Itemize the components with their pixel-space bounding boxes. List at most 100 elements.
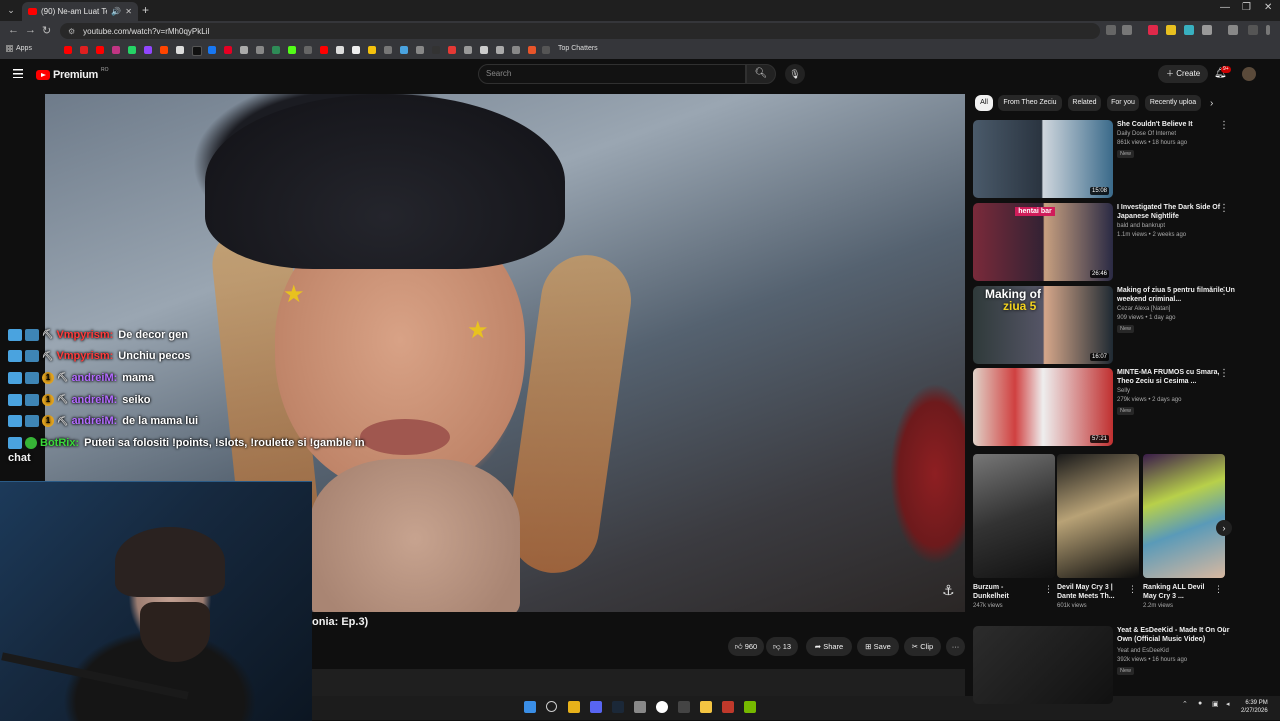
more-options-icon[interactable]: ⋮: [1128, 584, 1137, 595]
profile-menu-icon[interactable]: [1228, 25, 1238, 35]
bookmark-star-icon[interactable]: [1122, 25, 1132, 35]
maximize-icon[interactable]: ❐: [1242, 2, 1251, 13]
filter-chip[interactable]: Related: [1068, 95, 1101, 111]
channel-watermark-icon[interactable]: ⚓︎: [942, 582, 955, 599]
bookmark-instagram-icon[interactable]: [112, 46, 120, 54]
bookmark-icon[interactable]: [464, 46, 472, 54]
app-taskbar-icon[interactable]: [634, 701, 646, 713]
video-thumbnail[interactable]: 15:08: [973, 120, 1113, 198]
filter-chip[interactable]: Recently uploa: [1145, 95, 1201, 111]
more-options-icon[interactable]: ⋮: [1214, 584, 1223, 595]
bookmark-kick-icon[interactable]: [288, 46, 296, 54]
bookmark-icon[interactable]: [448, 46, 456, 54]
bookmark-icon[interactable]: [496, 46, 504, 54]
filter-chip[interactable]: For you: [1107, 95, 1139, 111]
chips-next-arrow-icon[interactable]: ›: [1210, 98, 1213, 109]
bookmark-icon[interactable]: [416, 46, 424, 54]
discord-taskbar-icon[interactable]: [590, 701, 602, 713]
create-button[interactable]: ＋ Create: [1158, 65, 1209, 83]
bookmark-facebook-icon[interactable]: [208, 46, 216, 54]
video-thumbnail[interactable]: [973, 626, 1113, 704]
more-options-icon[interactable]: ⋮: [1219, 626, 1229, 637]
profile-avatar-icon[interactable]: [1248, 25, 1258, 35]
short-item[interactable]: Ranking ALL Devil May Cry 3 ... 2.2m view…: [1143, 454, 1225, 609]
more-actions-button[interactable]: ···: [946, 637, 965, 656]
video-thumbnail[interactable]: 57:21: [973, 368, 1113, 446]
bookmark-icon[interactable]: [256, 46, 264, 54]
channel-name[interactable]: Cezar Alexa [Natan]: [1117, 306, 1170, 312]
short-item[interactable]: Burzum - Dunkelheit 247k views ⋮: [973, 454, 1055, 609]
bookmark-icon[interactable]: [400, 46, 408, 54]
more-options-icon[interactable]: ⋮: [1219, 203, 1229, 214]
more-options-icon[interactable]: ⋮: [1219, 368, 1229, 379]
bookmark-icon[interactable]: [352, 46, 360, 54]
omnibox[interactable]: ⚙ youtube.com/watch?v=rMh0qyPkLiI: [60, 23, 1100, 39]
bookmark-whatsapp-icon[interactable]: [128, 46, 136, 54]
channel-name[interactable]: Yeat and EsDeeKid: [1117, 648, 1169, 654]
more-options-icon[interactable]: ⋮: [1219, 120, 1229, 131]
bookmark-icon[interactable]: [272, 46, 280, 54]
channel-name[interactable]: Daily Dose Of Internet: [1117, 131, 1176, 137]
video-thumbnail[interactable]: 26:46 hentai bar: [973, 203, 1113, 281]
steam-taskbar-icon[interactable]: [612, 701, 624, 713]
bookmark-icon[interactable]: [336, 46, 344, 54]
reload-icon[interactable]: ↻: [42, 24, 51, 37]
tab-search-icon[interactable]: ⌄: [4, 3, 18, 17]
filter-chip[interactable]: All: [975, 95, 993, 111]
bookmark-youtube-icon[interactable]: [64, 46, 72, 54]
more-options-icon[interactable]: ⋮: [1219, 286, 1229, 297]
tab-close-icon[interactable]: ✕: [125, 7, 132, 16]
voice-search-button[interactable]: 🎙︎: [785, 64, 805, 84]
menu-hamburger-icon[interactable]: [13, 69, 23, 78]
browser-tab-active[interactable]: (90) Ne-am Luat Teapa La T 🔊 ✕: [22, 2, 138, 21]
forward-icon[interactable]: →: [25, 24, 36, 36]
bookmark-icon[interactable]: [480, 46, 488, 54]
app-taskbar-icon[interactable]: [678, 701, 690, 713]
short-title[interactable]: Burzum - Dunkelheit: [973, 583, 1041, 601]
bookmark-tiktok-icon[interactable]: [192, 46, 202, 56]
new-tab-button[interactable]: +: [142, 3, 149, 17]
recommended-video[interactable]: 26:46 hentai bar I Investigated The Dark S…: [973, 203, 1273, 281]
search-button[interactable]: 🔍︎: [746, 64, 776, 84]
recommended-video[interactable]: Yeat & EsDeeKid - Made It On Our Own (Of…: [973, 626, 1273, 704]
audio-playing-icon[interactable]: 🔊: [111, 7, 121, 16]
app-taskbar-icon[interactable]: [722, 701, 734, 713]
short-title[interactable]: Ranking ALL Devil May Cry 3 ...: [1143, 583, 1211, 601]
cast-icon[interactable]: [1106, 25, 1116, 35]
filter-chip[interactable]: From Theo Zeciu: [998, 95, 1062, 111]
bookmark-icon[interactable]: [224, 46, 232, 54]
folder-taskbar-icon[interactable]: [700, 701, 712, 713]
chrome-taskbar-icon[interactable]: [568, 701, 580, 713]
site-info-icon[interactable]: ⚙: [68, 27, 75, 36]
bookmark-icon[interactable]: [384, 46, 392, 54]
extension-yellow-icon[interactable]: [1166, 25, 1176, 35]
search-input[interactable]: Search: [478, 64, 746, 84]
shorts-next-arrow-icon[interactable]: ›: [1216, 520, 1232, 536]
app-taskbar-icon[interactable]: [656, 701, 668, 713]
more-options-icon[interactable]: ⋮: [1044, 584, 1053, 595]
recommended-video[interactable]: 16:07 Making of ziua 5 Making of ziua 5 pen…: [973, 286, 1273, 364]
windows-start-icon[interactable]: [524, 701, 536, 713]
short-thumbnail[interactable]: [973, 454, 1055, 578]
bookmark-icon[interactable]: [96, 46, 104, 54]
channel-name[interactable]: Selly: [1117, 388, 1130, 394]
recommended-video[interactable]: 15:08 She Couldn't Believe It Daily Dose O…: [973, 120, 1273, 198]
channel-name[interactable]: bald and bankrupt: [1117, 223, 1165, 229]
bookmark-icon[interactable]: [80, 46, 88, 54]
extension-teal-icon[interactable]: [1184, 25, 1194, 35]
video-thumbnail[interactable]: 16:07 Making of ziua 5: [973, 286, 1113, 364]
dislike-button[interactable]: 👎︎ 13: [766, 637, 798, 656]
bookmark-x-icon[interactable]: [176, 46, 184, 54]
clip-button[interactable]: ✂ Clip: [904, 637, 941, 656]
bookmark-icon[interactable]: [304, 46, 312, 54]
short-thumbnail[interactable]: [1057, 454, 1139, 578]
description-box[interactable]: [312, 669, 965, 696]
bookmark-icon[interactable]: [528, 46, 536, 54]
back-icon[interactable]: ←: [8, 24, 19, 36]
bookmark-icon[interactable]: [542, 46, 550, 54]
share-button[interactable]: ➦ Share: [806, 637, 852, 656]
close-window-icon[interactable]: ✕: [1264, 2, 1272, 13]
recommended-video[interactable]: 57:21 MINTE-MA FRUMOS cu Smara, Theo Zeci…: [973, 368, 1273, 446]
save-button[interactable]: ⊞ Save: [857, 637, 899, 656]
short-thumbnail[interactable]: [1143, 454, 1225, 578]
